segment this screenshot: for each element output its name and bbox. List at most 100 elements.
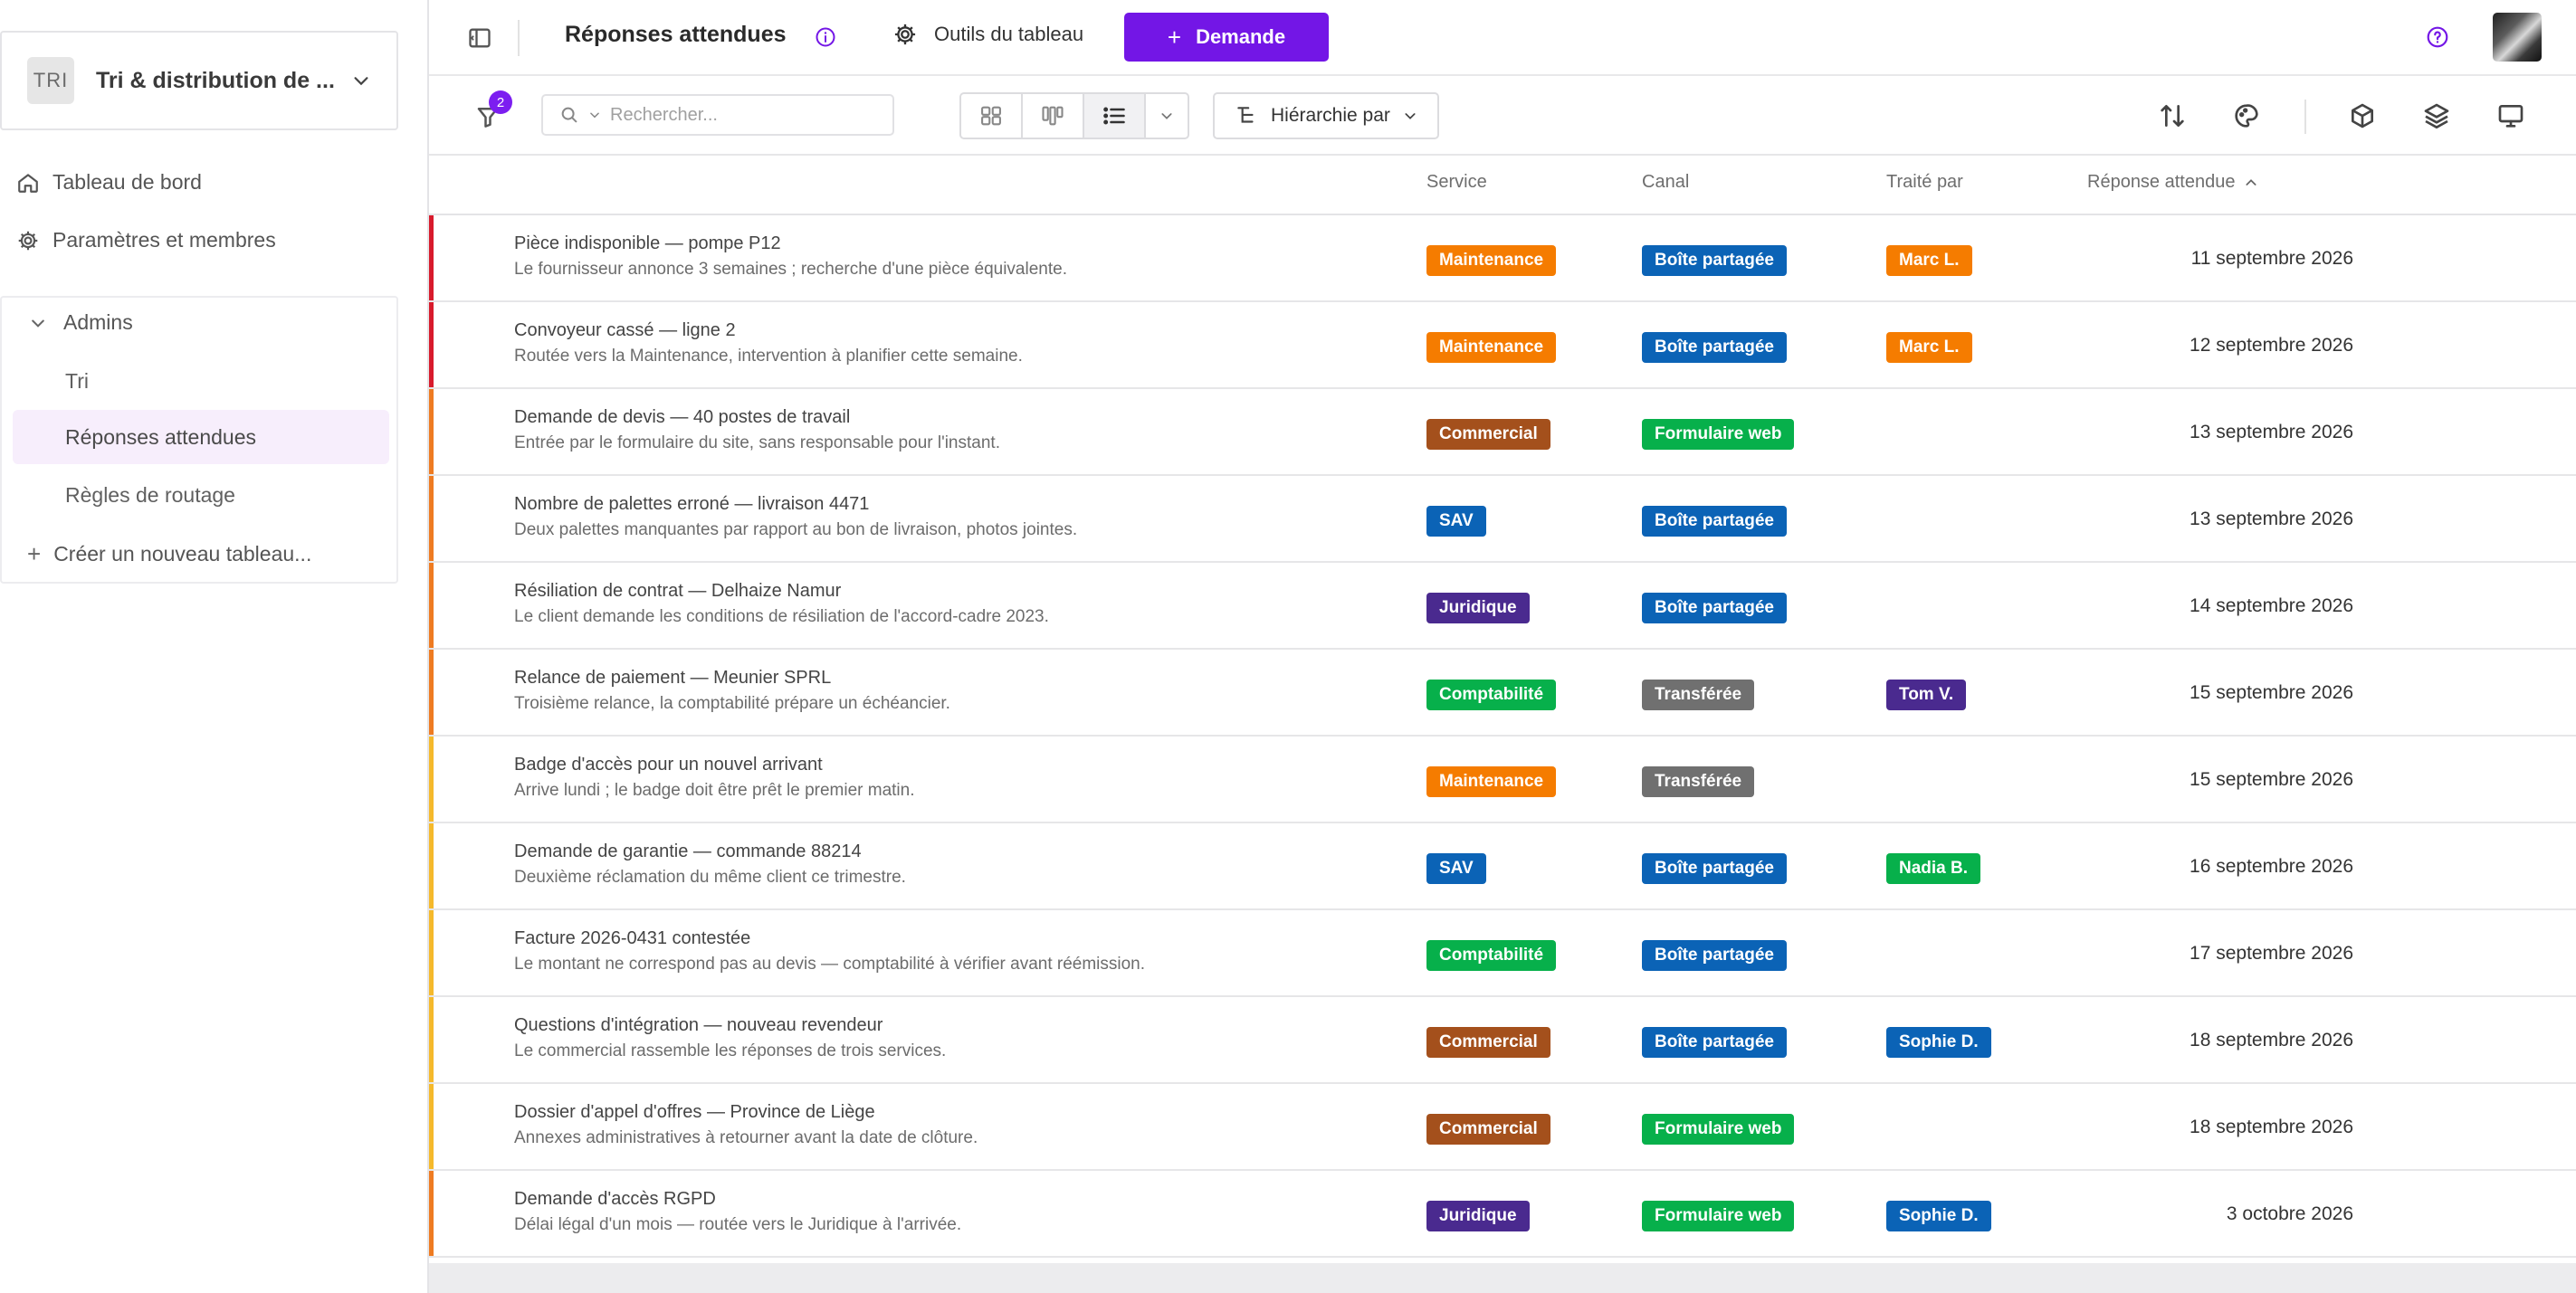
- service-tag[interactable]: Commercial: [1426, 419, 1550, 450]
- due-date: 18 septembre 2026: [2190, 1117, 2353, 1137]
- service-tag[interactable]: Juridique: [1426, 1201, 1530, 1231]
- canal-tag[interactable]: Boîte partagée: [1642, 332, 1787, 363]
- canal-tag[interactable]: Formulaire web: [1642, 419, 1795, 450]
- cube-icon[interactable]: [2348, 101, 2377, 130]
- canal-tag[interactable]: Boîte partagée: [1642, 1027, 1787, 1058]
- sidebar: TRI Tri & distribution de ... Tableau de…: [0, 0, 429, 1293]
- service-tag[interactable]: SAV: [1426, 853, 1486, 884]
- column-header-canal[interactable]: Canal: [1642, 172, 1689, 193]
- service-tag[interactable]: Maintenance: [1426, 332, 1557, 363]
- table-row[interactable]: Dossier d'appel d'offres — Province de L…: [429, 1084, 2576, 1171]
- table-row[interactable]: Relance de paiement — Meunier SPRL Troisi…: [429, 650, 2576, 737]
- table-row[interactable]: Demande de devis — 40 postes de travail E…: [429, 389, 2576, 476]
- canal-tag[interactable]: Boîte partagée: [1642, 853, 1787, 884]
- canal-tag[interactable]: Boîte partagée: [1642, 245, 1787, 276]
- canal-tag[interactable]: Transférée: [1642, 680, 1755, 710]
- due-date: 13 septembre 2026: [2190, 509, 2353, 529]
- row-subtitle: Le client demande les conditions de rési…: [514, 607, 1049, 626]
- workspace-avatar: TRI: [27, 57, 74, 104]
- owner-tag[interactable]: Sophie D.: [1886, 1027, 1991, 1058]
- canal-tag[interactable]: Transférée: [1642, 766, 1755, 797]
- due-date: 12 septembre 2026: [2190, 335, 2353, 356]
- view-grid-button[interactable]: [961, 94, 1023, 138]
- hierarchy-button[interactable]: Hiérarchie par: [1213, 92, 1439, 139]
- sidebar-item-tri[interactable]: Tri: [13, 354, 389, 408]
- board-tools-label: Outils du tableau: [934, 23, 1084, 45]
- service-tag[interactable]: Comptabilité: [1426, 940, 1557, 971]
- nav-settings-label: Paramètres et membres: [52, 228, 276, 252]
- canal-tag[interactable]: Boîte partagée: [1642, 506, 1787, 537]
- view-kanban-button[interactable]: [1023, 94, 1084, 138]
- owner-tag[interactable]: Nadia B.: [1886, 853, 1981, 884]
- search-field[interactable]: [541, 94, 894, 136]
- owner-tag[interactable]: Sophie D.: [1886, 1201, 1991, 1231]
- row-subtitle: Deuxième réclamation du même client ce t…: [514, 868, 906, 887]
- sidebar-toggle-icon[interactable]: [467, 25, 492, 51]
- table-row[interactable]: Badge d'accès pour un nouvel arrivant Arr…: [429, 737, 2576, 823]
- service-tag[interactable]: Juridique: [1426, 593, 1530, 623]
- row-title: Badge d'accès pour un nouvel arrivant: [514, 755, 823, 775]
- row-subtitle: Entrée par le formulaire du site, sans r…: [514, 433, 1000, 452]
- top-bar: Réponses attendues Outils du tableau + D…: [429, 0, 2576, 76]
- service-tag[interactable]: Commercial: [1426, 1114, 1550, 1145]
- monitor-icon[interactable]: [2496, 101, 2525, 130]
- layers-icon[interactable]: [2422, 101, 2451, 130]
- service-tag[interactable]: Commercial: [1426, 1027, 1550, 1058]
- table-row[interactable]: Convoyeur cassé — ligne 2 Routée vers la …: [429, 302, 2576, 389]
- table-row[interactable]: Résiliation de contrat — Delhaize Namur L…: [429, 563, 2576, 650]
- table-row[interactable]: Facture 2026-0431 contestée Le montant ne…: [429, 910, 2576, 997]
- due-date: 11 septembre 2026: [2190, 248, 2353, 269]
- sort-icon[interactable]: [2158, 101, 2187, 130]
- due-date: 13 septembre 2026: [2190, 422, 2353, 442]
- column-header-due[interactable]: Réponse attendue: [2087, 172, 2258, 193]
- service-tag[interactable]: Maintenance: [1426, 766, 1557, 797]
- row-title: Demande d'accès RGPD: [514, 1189, 716, 1209]
- priority-bar: [429, 476, 434, 561]
- table-row[interactable]: Pièce indisponible — pompe P12 Le fournis…: [429, 215, 2576, 302]
- priority-bar: [429, 823, 434, 908]
- plus-icon: +: [1167, 23, 1182, 51]
- info-icon[interactable]: [815, 26, 836, 48]
- home-icon: [18, 173, 38, 193]
- create-board-button[interactable]: + Créer un nouveau tableau...: [27, 540, 311, 568]
- sidebar-item-regles-routage[interactable]: Règles de routage: [13, 468, 389, 522]
- sidebar-item-reponses-attendues[interactable]: Réponses attendues: [13, 410, 389, 464]
- owner-tag[interactable]: Marc L.: [1886, 245, 1972, 276]
- canal-tag[interactable]: Formulaire web: [1642, 1114, 1795, 1145]
- service-tag[interactable]: Comptabilité: [1426, 680, 1557, 710]
- hierarchy-label: Hiérarchie par: [1271, 105, 1390, 126]
- column-header-owner[interactable]: Traité par: [1886, 172, 1963, 193]
- service-tag[interactable]: SAV: [1426, 506, 1486, 537]
- kanban-icon: [1042, 106, 1064, 126]
- canal-tag[interactable]: Boîte partagée: [1642, 593, 1787, 623]
- table-row[interactable]: Nombre de palettes erroné — livraison 44…: [429, 476, 2576, 563]
- view-list-button[interactable]: [1084, 94, 1146, 138]
- group-toggle[interactable]: Admins: [29, 310, 133, 335]
- nav-dashboard[interactable]: Tableau de bord: [16, 170, 202, 195]
- palette-icon[interactable]: [2232, 101, 2261, 130]
- priority-bar: [429, 737, 434, 822]
- board-tools-button[interactable]: Outils du tableau: [892, 22, 1083, 47]
- user-avatar[interactable]: [2493, 13, 2542, 62]
- chevron-down-icon: [1405, 113, 1416, 119]
- workspace-switcher[interactable]: TRI Tri & distribution de ...: [0, 31, 398, 130]
- nav-settings[interactable]: Paramètres et membres: [16, 228, 276, 252]
- canal-tag[interactable]: Boîte partagée: [1642, 940, 1787, 971]
- new-request-button[interactable]: + Demande: [1124, 13, 1329, 62]
- view-options-button[interactable]: [1146, 94, 1188, 138]
- help-icon[interactable]: [2426, 25, 2449, 49]
- row-title: Résiliation de contrat — Delhaize Namur: [514, 581, 842, 601]
- table-row[interactable]: Demande d'accès RGPD Délai légal d'un moi…: [429, 1171, 2576, 1258]
- canal-tag[interactable]: Formulaire web: [1642, 1201, 1795, 1231]
- table-row[interactable]: Demande de garantie — commande 88214 Deux…: [429, 823, 2576, 910]
- service-tag[interactable]: Maintenance: [1426, 245, 1557, 276]
- priority-bar: [429, 389, 434, 474]
- column-header-service[interactable]: Service: [1426, 172, 1487, 193]
- table-row[interactable]: Questions d'intégration — nouveau revend…: [429, 997, 2576, 1084]
- row-subtitle: Deux palettes manquantes par rapport au …: [514, 520, 1078, 539]
- row-subtitle: Annexes administratives à retourner avan…: [514, 1128, 978, 1147]
- search-input[interactable]: [610, 104, 863, 126]
- owner-tag[interactable]: Tom V.: [1886, 680, 1967, 710]
- row-title: Dossier d'appel d'offres — Province de L…: [514, 1102, 875, 1122]
- owner-tag[interactable]: Marc L.: [1886, 332, 1972, 363]
